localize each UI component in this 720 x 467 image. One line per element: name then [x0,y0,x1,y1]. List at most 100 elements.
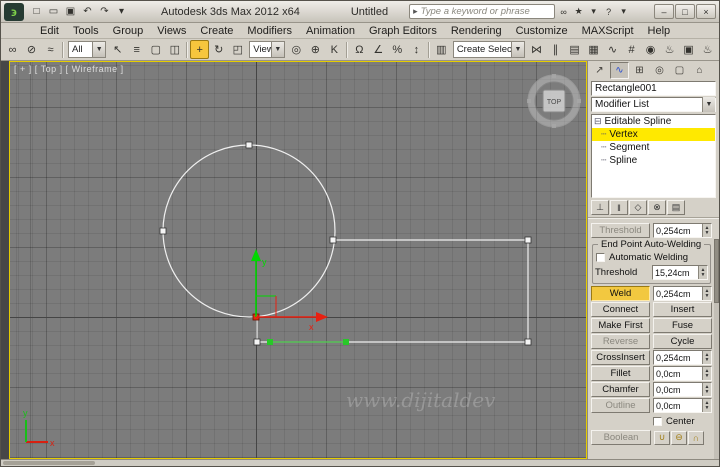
chevron-down-icon[interactable]: ▼ [511,42,525,57]
weld-button[interactable]: Weld [591,286,650,301]
value-spinner[interactable]: 0,0cm ▲ ▼ [653,382,712,397]
panel-scrollbar[interactable] [714,239,719,459]
use-pivot-point-center-icon[interactable]: ◎ [287,40,306,59]
schematic-view-icon[interactable]: # [622,40,641,59]
search-options-chevron-icon[interactable]: ▾ [586,3,601,21]
stack-row[interactable]: ┄ Segment [592,141,715,154]
weld-threshold-spinner[interactable]: 0,254cm ▲ ▼ [653,223,712,238]
horizontal-scrollbar-thumb[interactable] [3,461,95,465]
modifier-stack[interactable]: ⊟ Editable Spline ┄ Vertex ┄ Segment ┄ S… [591,114,716,198]
snaps-toggle-3d-icon[interactable]: Ω [350,40,369,59]
object-name-field[interactable]: Rectangle001 [591,81,716,96]
render-production-icon[interactable]: ♨ [698,40,717,59]
search-binoculars-icon[interactable]: ∞ [556,3,571,21]
select-and-scale-icon[interactable]: ◰ [228,40,247,59]
search-box[interactable]: ▸ Type a keyword or phrase [409,4,556,19]
stack-row[interactable]: ┄ Spline [592,154,715,167]
minimize-button[interactable]: – [654,4,674,19]
value-spinner[interactable]: 0,0cm ▲ ▼ [653,366,712,381]
material-editor-icon[interactable]: ◉ [641,40,660,59]
stack-expander-icon[interactable]: ┄ [601,155,606,166]
app-logo-icon[interactable]: ϶ [4,2,24,21]
align-icon[interactable]: ∥ [546,40,565,59]
workspace-dropdown-button[interactable]: ▾ [113,3,130,20]
spinner-arrows-icon[interactable]: ▲ ▼ [702,351,711,364]
reference-coordinate-dropdown[interactable]: View▼ [249,41,285,58]
undo-button[interactable]: ↶ [79,3,96,20]
stack-row[interactable]: ⊟ Editable Spline [592,115,715,128]
named-selection-set-dropdown[interactable]: Create Selection Se▼ [452,41,526,58]
chevron-down-icon[interactable]: ▼ [270,42,284,57]
spinner-snap-icon[interactable]: ↕ [407,40,426,59]
chevron-down-icon[interactable]: ▼ [92,42,106,57]
keyboard-shortcut-override-icon[interactable]: K [325,40,344,59]
favorites-star-icon[interactable]: ★ [571,3,586,21]
stack-expander-icon[interactable]: ⊟ [594,116,602,127]
connect-button[interactable]: Connect [591,302,650,317]
mirror-icon[interactable]: ⋈ [527,40,546,59]
crossinsert-button[interactable]: CrossInsert [591,350,650,365]
search-go-icon[interactable]: ▸ [413,6,418,17]
angle-snap-icon[interactable]: ∠ [369,40,388,59]
tab-modify[interactable]: ∿ [610,62,629,79]
show-end-result-icon[interactable]: ‖ [610,200,628,215]
save-file-button[interactable]: ▣ [62,3,79,20]
spinner-arrows-icon[interactable]: ▲ ▼ [702,367,711,380]
help-chevron-icon[interactable]: ▾ [616,3,631,21]
remove-modifier-icon[interactable]: ⊗ [648,200,666,215]
rendered-frame-window-icon[interactable]: ▣ [679,40,698,59]
search-input[interactable]: Type a keyword or phrase [421,6,530,17]
boolean-union-icon[interactable]: ∪ [654,430,670,445]
chamfer-button[interactable]: Chamfer [591,382,650,397]
stack-expander-icon[interactable]: ┄ [601,129,606,140]
select-and-link-icon[interactable]: ∞ [3,40,22,59]
tab-motion[interactable]: ◎ [650,62,669,79]
curve-editor-icon[interactable]: ∿ [603,40,622,59]
spinner-arrows-icon[interactable]: ▲ ▼ [702,399,711,412]
make-first-button[interactable]: Make First [591,318,650,333]
maximize-button[interactable]: □ [675,4,695,19]
center-checkbox[interactable]: Center [653,416,711,427]
boolean-intersect-icon[interactable]: ∩ [688,430,704,445]
render-setup-icon[interactable]: ♨ [660,40,679,59]
value-spinner[interactable]: 0,254cm ▲ ▼ [653,350,712,365]
menu-item[interactable]: MAXScript [575,25,641,37]
modifier-list-dropdown[interactable]: Modifier List ▼ [591,97,716,112]
close-button[interactable]: × [696,4,716,19]
select-object-icon[interactable]: ↖ [108,40,127,59]
stack-row[interactable]: ┄ Vertex [592,128,715,141]
spinner-arrows-icon[interactable]: ▲ ▼ [698,266,707,279]
cycle-button[interactable]: Cycle [653,334,712,349]
value-spinner[interactable]: 0,254cm ▲ ▼ [653,286,712,301]
menu-item[interactable]: Modifiers [240,25,299,37]
bind-to-space-warp-icon[interactable]: ≈ [41,40,60,59]
fillet-button[interactable]: Fillet [591,366,650,381]
boolean-subtract-icon[interactable]: ⊖ [671,430,687,445]
tab-display[interactable]: ▢ [670,62,689,79]
named-selection-sets-icon[interactable]: ▥ [432,40,451,59]
select-and-move-icon[interactable]: + [190,40,210,59]
menu-item[interactable]: Customize [509,25,575,37]
scrollbar-thumb[interactable] [714,239,719,303]
percent-snap-icon[interactable]: % [388,40,407,59]
menu-item[interactable]: Views [150,25,193,37]
redo-button[interactable]: ↷ [96,3,113,20]
menu-item[interactable]: Help [641,25,678,37]
checkbox-icon[interactable] [653,417,662,426]
viewport-label[interactable]: [ + ] [ Top ] [ Wireframe ] [14,64,124,74]
checkbox-icon[interactable] [596,253,605,262]
select-and-manipulate-icon[interactable]: ⊕ [306,40,325,59]
spinner-arrows-icon[interactable]: ▲ ▼ [702,224,711,237]
auto-weld-threshold-spinner[interactable]: 15,24cm ▲ ▼ [652,265,708,280]
configure-modifier-sets-icon[interactable]: ▤ [667,200,685,215]
graphite-ribbon-icon[interactable]: ▦ [584,40,603,59]
unlink-selection-icon[interactable]: ⊘ [22,40,41,59]
select-by-name-icon[interactable]: ≡ [127,40,146,59]
menu-item[interactable]: Group [106,25,151,37]
menu-item[interactable]: Rendering [444,25,509,37]
spinner-arrows-icon[interactable]: ▲ ▼ [702,383,711,396]
menu-item[interactable]: Graph Editors [362,25,444,37]
tab-hierarchy[interactable]: ⊞ [630,62,649,79]
menu-item[interactable]: Tools [66,25,106,37]
open-file-button[interactable]: ▭ [45,3,62,20]
